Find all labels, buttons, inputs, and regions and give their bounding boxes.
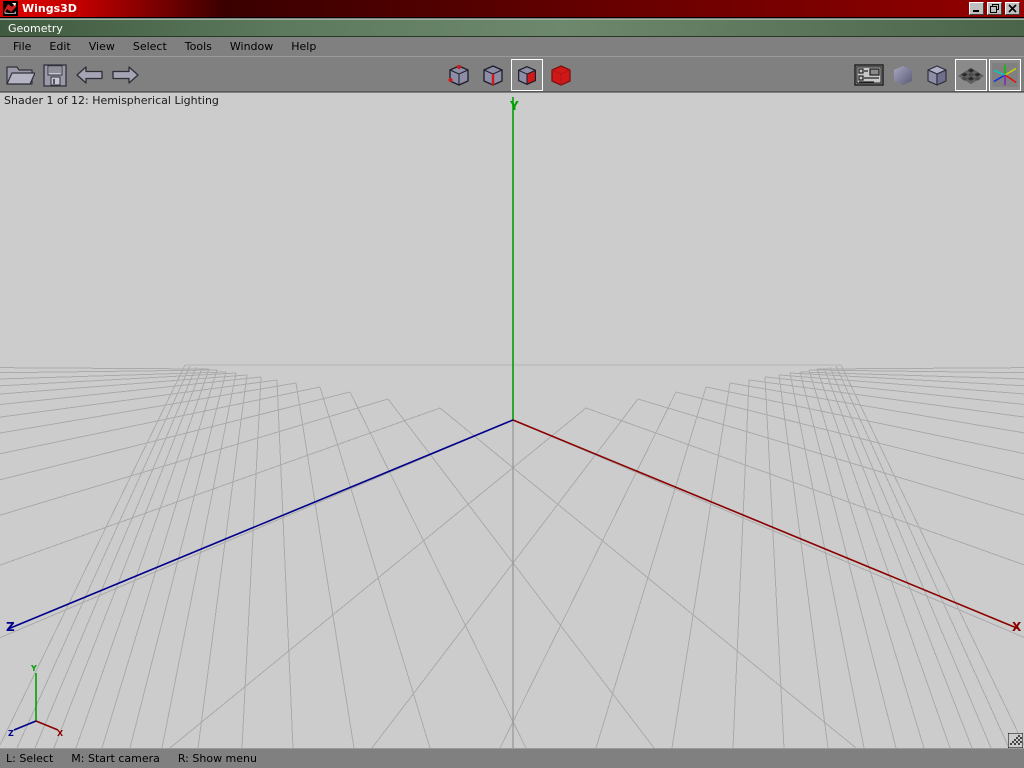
cube-edge-mode-icon bbox=[483, 65, 503, 86]
maximize-button[interactable] bbox=[987, 2, 1002, 15]
menu-edit[interactable]: Edit bbox=[40, 38, 79, 56]
smooth-preview-button[interactable] bbox=[887, 59, 919, 91]
toolbar bbox=[0, 56, 1024, 92]
menu-window[interactable]: Window bbox=[221, 38, 282, 56]
minimize-button[interactable] bbox=[969, 2, 984, 15]
cube-vertex-mode-icon bbox=[448, 64, 469, 86]
toolbar-selection-mode-group bbox=[443, 58, 577, 92]
shader-status-label: Shader 1 of 12: Hemispherical Lighting bbox=[4, 94, 219, 107]
geometry-window-titlebar[interactable]: Geometry bbox=[0, 19, 1024, 37]
status-bar: L: Select M: Start camera R: Show menu bbox=[0, 748, 1024, 768]
toolbar-view-group bbox=[853, 58, 1021, 92]
wings3d-logo-icon bbox=[3, 1, 18, 16]
selection-mode-vertex-button[interactable] bbox=[443, 59, 475, 91]
title-bar[interactable]: Wings3D bbox=[0, 0, 1024, 18]
resize-grip[interactable] bbox=[1008, 733, 1023, 748]
title-bar-left: Wings3D bbox=[3, 0, 77, 17]
redo-button[interactable] bbox=[109, 59, 141, 91]
console-window-icon bbox=[854, 64, 884, 86]
wings3d-application-window: Wings3D Geometry File Edit View Select T… bbox=[0, 0, 1024, 768]
show-axes-button[interactable] bbox=[989, 59, 1021, 91]
minimize-icon bbox=[973, 10, 979, 12]
smooth-shade-cube-icon bbox=[894, 66, 912, 85]
z-axis-label: Z bbox=[6, 620, 15, 634]
show-ground-plane-button[interactable] bbox=[955, 59, 987, 91]
hint-right-mouse: R: Show menu bbox=[177, 752, 257, 765]
svg-text:X: X bbox=[57, 729, 64, 738]
hint-middle-mouse: M: Start camera bbox=[71, 752, 160, 765]
arrow-left-icon bbox=[76, 66, 103, 84]
close-button[interactable] bbox=[1005, 2, 1020, 15]
hint-left-mouse: L: Select bbox=[6, 752, 54, 765]
selection-mode-body-button[interactable] bbox=[545, 59, 577, 91]
menu-help[interactable]: Help bbox=[282, 38, 325, 56]
ground-grid-icon bbox=[958, 63, 984, 87]
menu-view[interactable]: View bbox=[80, 38, 124, 56]
x-axis-label: X bbox=[1012, 620, 1022, 634]
restore-icon bbox=[990, 4, 999, 13]
3d-viewport[interactable]: Shader 1 of 12: Hemispherical Lighting Y… bbox=[0, 93, 1024, 748]
menu-tools[interactable]: Tools bbox=[176, 38, 221, 56]
axes-icon bbox=[992, 63, 1018, 87]
cube-body-mode-icon bbox=[551, 65, 571, 86]
menu-file[interactable]: File bbox=[4, 38, 40, 56]
save-floppy-icon bbox=[43, 64, 67, 87]
flat-shade-cube-icon bbox=[927, 65, 947, 86]
outliner-button[interactable] bbox=[853, 59, 885, 91]
svg-text:Y: Y bbox=[30, 664, 37, 673]
menu-bar: File Edit View Select Tools Window Help bbox=[0, 38, 1024, 56]
save-button[interactable] bbox=[39, 59, 71, 91]
y-axis-label: Y bbox=[509, 99, 519, 113]
open-folder-icon bbox=[6, 66, 35, 85]
menu-select[interactable]: Select bbox=[124, 38, 176, 56]
window-title: Wings3D bbox=[22, 2, 77, 15]
geometry-window-title: Geometry bbox=[8, 22, 63, 35]
selection-mode-edge-button[interactable] bbox=[477, 59, 509, 91]
selection-mode-face-button[interactable] bbox=[511, 59, 543, 91]
viewport-scene: Y X Z Y X Z bbox=[0, 93, 1024, 748]
undo-button[interactable] bbox=[74, 59, 106, 91]
svg-text:Z: Z bbox=[8, 729, 14, 738]
open-button[interactable] bbox=[4, 59, 36, 91]
workmode-button[interactable] bbox=[921, 59, 953, 91]
toolbar-file-group bbox=[4, 58, 141, 92]
close-icon bbox=[1008, 4, 1017, 13]
arrow-right-icon bbox=[112, 66, 139, 84]
cube-face-mode-icon bbox=[518, 66, 536, 85]
